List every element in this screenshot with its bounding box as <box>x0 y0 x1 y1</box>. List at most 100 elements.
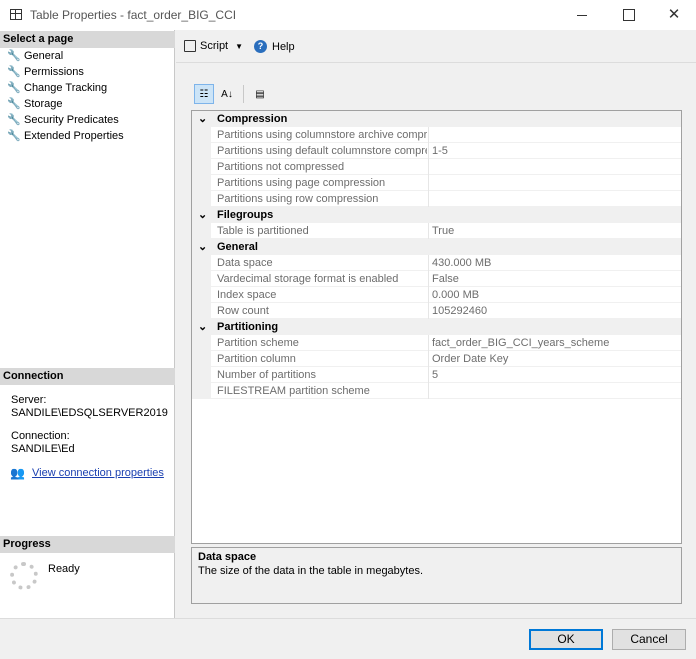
column-divider <box>428 175 429 191</box>
toolbar-divider <box>243 85 244 103</box>
chevron-down-icon[interactable]: ⌄ <box>198 239 207 255</box>
row-gutter <box>192 287 211 303</box>
property-name: Partitions using page compression <box>217 177 386 189</box>
property-row[interactable]: Partitions not compressed <box>192 159 681 175</box>
page-item-change-tracking[interactable]: 🔧 Change Tracking <box>0 80 175 96</box>
column-divider <box>428 383 429 399</box>
property-name: FILESTREAM partition scheme <box>217 385 370 397</box>
property-value[interactable]: fact_order_BIG_CCI_years_scheme <box>432 337 609 349</box>
property-row[interactable]: Partitions using page compression <box>192 175 681 191</box>
ok-button[interactable]: OK <box>529 629 603 650</box>
property-value[interactable]: Order Date Key <box>432 353 508 365</box>
help-button[interactable]: ? Help <box>254 40 295 53</box>
column-divider <box>428 159 429 175</box>
cancel-button[interactable]: Cancel <box>612 629 686 650</box>
category-label: Filegroups <box>217 209 274 221</box>
page-item-general[interactable]: 🔧 General <box>0 48 175 64</box>
row-gutter <box>192 175 211 191</box>
minimize-button[interactable] <box>559 0 605 30</box>
chevron-down-icon[interactable]: ▼ <box>235 42 243 51</box>
property-row[interactable]: Index space 0.000 MB <box>192 287 681 303</box>
page-item-label: Security Predicates <box>24 114 119 126</box>
category-row[interactable]: ⌄ Partitioning <box>192 319 681 335</box>
property-row[interactable]: Partition scheme fact_order_BIG_CCI_year… <box>192 335 681 351</box>
property-row[interactable]: Row count 105292460 <box>192 303 681 319</box>
toolbar: Script ▼ ? Help <box>176 30 696 63</box>
property-name: Table is partitioned <box>217 225 309 237</box>
property-row[interactable]: Partitions using default columnstore com… <box>192 143 681 159</box>
row-gutter <box>192 335 211 351</box>
page-item-storage[interactable]: 🔧 Storage <box>0 96 175 112</box>
page-item-extended-properties[interactable]: 🔧 Extended Properties <box>0 128 175 144</box>
page-item-permissions[interactable]: 🔧 Permissions <box>0 64 175 80</box>
property-value[interactable]: 5 <box>432 369 438 381</box>
column-divider <box>428 303 429 319</box>
row-gutter <box>192 383 211 399</box>
select-page-header: Select a page <box>0 31 175 48</box>
property-value[interactable]: True <box>432 225 454 237</box>
property-value[interactable]: False <box>432 273 459 285</box>
row-gutter <box>192 271 211 287</box>
column-divider <box>428 367 429 383</box>
property-row[interactable]: Number of partitions 5 <box>192 367 681 383</box>
wrench-icon: 🔧 <box>7 81 21 94</box>
property-row[interactable]: Data space 430.000 MB <box>192 255 681 271</box>
main-panel: Script ▼ ? Help ☷ A↓ ▤ ⌄ Compression Par… <box>176 30 696 618</box>
title-bar: Table Properties - fact_order_BIG_CCI ✕ <box>0 0 696 30</box>
page-item-label: Extended Properties <box>24 130 124 142</box>
row-gutter <box>192 367 211 383</box>
property-grid: ⌄ Compression Partitions using columnsto… <box>191 110 682 544</box>
property-value[interactable]: 430.000 MB <box>432 257 491 269</box>
page-item-label: Change Tracking <box>24 82 108 94</box>
property-value[interactable]: 1-5 <box>432 145 448 157</box>
property-value[interactable]: 105292460 <box>432 305 487 317</box>
property-name: Row count <box>217 305 269 317</box>
wrench-icon: 🔧 <box>7 65 21 78</box>
category-row[interactable]: ⌄ Filegroups <box>192 207 681 223</box>
category-row[interactable]: ⌄ General <box>192 239 681 255</box>
property-row[interactable]: Partition column Order Date Key <box>192 351 681 367</box>
property-row[interactable]: FILESTREAM partition scheme <box>192 383 681 399</box>
progress-header: Progress <box>0 536 175 553</box>
categorized-icon: ☷ <box>199 88 209 100</box>
chevron-down-icon[interactable]: ⌄ <box>198 111 207 127</box>
chevron-down-icon[interactable]: ⌄ <box>198 319 207 335</box>
property-row[interactable]: Vardecimal storage format is enabled Fal… <box>192 271 681 287</box>
page-item-security-predicates[interactable]: 🔧 Security Predicates <box>0 112 175 128</box>
alphabetical-sort-button[interactable]: A↓ <box>217 84 237 104</box>
property-value[interactable]: 0.000 MB <box>432 289 479 301</box>
column-divider <box>428 143 429 159</box>
property-name: Partitions using default columnstore com… <box>217 145 427 157</box>
row-gutter <box>192 351 211 367</box>
close-button[interactable]: ✕ <box>651 0 696 30</box>
column-divider <box>428 335 429 351</box>
wrench-icon: 🔧 <box>7 113 21 126</box>
page-item-label: Permissions <box>24 66 84 78</box>
chevron-down-icon[interactable]: ⌄ <box>198 207 207 223</box>
property-row[interactable]: Partitions using columnstore archive com… <box>192 127 681 143</box>
property-pages-icon: ▤ <box>255 88 265 100</box>
maximize-button[interactable] <box>605 0 651 30</box>
connection-header: Connection <box>0 368 175 385</box>
property-name: Index space <box>217 289 277 301</box>
help-icon: ? <box>254 40 267 53</box>
help-label: Help <box>272 40 295 53</box>
script-button[interactable]: Script ▼ <box>184 40 243 52</box>
category-label: Compression <box>217 113 288 125</box>
categorized-view-button[interactable]: ☷ <box>194 84 214 104</box>
sidebar: Select a page 🔧 General 🔧 Permissions 🔧 … <box>0 30 175 618</box>
row-gutter <box>192 159 211 175</box>
property-row[interactable]: Partitions using row compression <box>192 191 681 207</box>
column-divider <box>428 191 429 207</box>
column-divider <box>428 255 429 271</box>
column-divider <box>428 127 429 143</box>
property-pages-button[interactable]: ▤ <box>250 84 270 104</box>
row-gutter <box>192 255 211 271</box>
property-name: Partitions using row compression <box>217 193 379 205</box>
table-icon <box>10 9 22 20</box>
property-row[interactable]: Table is partitioned True <box>192 223 681 239</box>
property-name: Partition scheme <box>217 337 299 349</box>
category-label: Partitioning <box>217 321 279 333</box>
category-row[interactable]: ⌄ Compression <box>192 111 681 127</box>
view-connection-properties-link[interactable]: View connection properties <box>32 467 164 479</box>
